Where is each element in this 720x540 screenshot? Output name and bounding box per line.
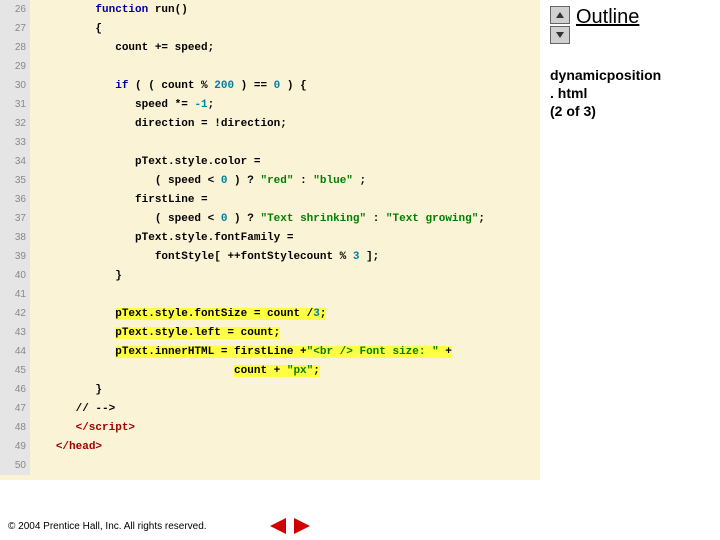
prev-slide-button[interactable] [268, 516, 288, 536]
code-line: 39 fontStyle[ ++fontStylecount % 3 ]; [0, 247, 540, 266]
code-line: 42 pText.style.fontSize = count /3; [0, 304, 540, 323]
code-content: </script> [30, 422, 135, 434]
line-number: 33 [0, 133, 30, 152]
code-line: 32 direction = !direction; [0, 114, 540, 133]
line-number: 38 [0, 228, 30, 247]
code-line: 27 { [0, 19, 540, 38]
code-line: 29 [0, 57, 540, 76]
code-line: 50 [0, 456, 540, 475]
code-content: pText.innerHTML = firstLine +"<br /> Fon… [30, 346, 452, 358]
code-content: pText.style.fontSize = count /3; [30, 308, 326, 320]
code-line: 31 speed *= -1; [0, 95, 540, 114]
line-number: 36 [0, 190, 30, 209]
code-line: 36 firstLine = [0, 190, 540, 209]
file-page: (2 of 3) [550, 102, 720, 120]
code-area: 26 function run()27 {28 count += speed;2… [0, 0, 540, 480]
line-number: 35 [0, 171, 30, 190]
line-number: 45 [0, 361, 30, 380]
code-content: firstLine = [30, 194, 208, 206]
code-content: pText.style.fontFamily = [30, 232, 293, 244]
file-info: dynamicposition . html (2 of 3) [550, 66, 720, 121]
vertical-nav [550, 6, 570, 46]
code-content: } [30, 384, 102, 396]
sidebar: Outline dynamicposition . html (2 of 3) [544, 0, 720, 121]
line-number: 44 [0, 342, 30, 361]
line-number: 31 [0, 95, 30, 114]
code-line: 35 ( speed < 0 ) ? "red" : "blue" ; [0, 171, 540, 190]
code-content: direction = !direction; [30, 118, 287, 130]
line-number: 48 [0, 418, 30, 437]
code-line: 34 pText.style.color = [0, 152, 540, 171]
footer-nav [268, 516, 312, 536]
code-line: 45 count + "px"; [0, 361, 540, 380]
code-content: pText.style.left = count; [30, 327, 280, 339]
code-line: 28 count += speed; [0, 38, 540, 57]
file-name-2: . html [550, 84, 720, 102]
line-number: 50 [0, 456, 30, 475]
line-number: 41 [0, 285, 30, 304]
nav-up-button[interactable] [550, 6, 570, 24]
line-number: 28 [0, 38, 30, 57]
line-number: 26 [0, 0, 30, 19]
code-content: </head> [30, 441, 102, 453]
code-content: { [30, 23, 102, 35]
copyright-footer: © 2004 Prentice Hall, Inc. All rights re… [8, 521, 207, 532]
code-content: // --> [30, 403, 115, 415]
file-name-1: dynamicposition [550, 66, 720, 84]
code-line: 37 ( speed < 0 ) ? "Text shrinking" : "T… [0, 209, 540, 228]
code-content: speed *= -1; [30, 99, 214, 111]
nav-down-button[interactable] [550, 26, 570, 44]
code-line: 49 </head> [0, 437, 540, 456]
code-content: count + "px"; [30, 365, 320, 377]
line-number: 43 [0, 323, 30, 342]
code-content: ( speed < 0 ) ? "Text shrinking" : "Text… [30, 213, 485, 225]
code-content: function run() [30, 4, 188, 16]
code-line: 30 if ( ( count % 200 ) == 0 ) { [0, 76, 540, 95]
code-line: 46 } [0, 380, 540, 399]
line-number: 39 [0, 247, 30, 266]
code-line: 43 pText.style.left = count; [0, 323, 540, 342]
line-number: 40 [0, 266, 30, 285]
code-line: 26 function run() [0, 0, 540, 19]
code-line: 44 pText.innerHTML = firstLine +"<br /> … [0, 342, 540, 361]
code-content: fontStyle[ ++fontStylecount % 3 ]; [30, 251, 379, 263]
line-number: 49 [0, 437, 30, 456]
line-number: 37 [0, 209, 30, 228]
copyright-text: © 2004 Prentice Hall, Inc. All rights re… [8, 521, 207, 532]
line-number: 29 [0, 57, 30, 76]
outline-link[interactable]: Outline [576, 6, 639, 29]
code-line: 41 [0, 285, 540, 304]
code-line: 38 pText.style.fontFamily = [0, 228, 540, 247]
next-slide-button[interactable] [292, 516, 312, 536]
line-number: 47 [0, 399, 30, 418]
code-content: ( speed < 0 ) ? "red" : "blue" ; [30, 175, 366, 187]
code-content: count += speed; [30, 42, 214, 54]
code-content: pText.style.color = [30, 156, 260, 168]
line-number: 32 [0, 114, 30, 133]
line-number: 46 [0, 380, 30, 399]
code-line: 48 </script> [0, 418, 540, 437]
line-number: 30 [0, 76, 30, 95]
code-line: 40 } [0, 266, 540, 285]
code-line: 47 // --> [0, 399, 540, 418]
line-number: 27 [0, 19, 30, 38]
line-number: 42 [0, 304, 30, 323]
code-content: if ( ( count % 200 ) == 0 ) { [30, 80, 307, 92]
code-line: 33 [0, 133, 540, 152]
code-content: } [30, 270, 122, 282]
line-number: 34 [0, 152, 30, 171]
